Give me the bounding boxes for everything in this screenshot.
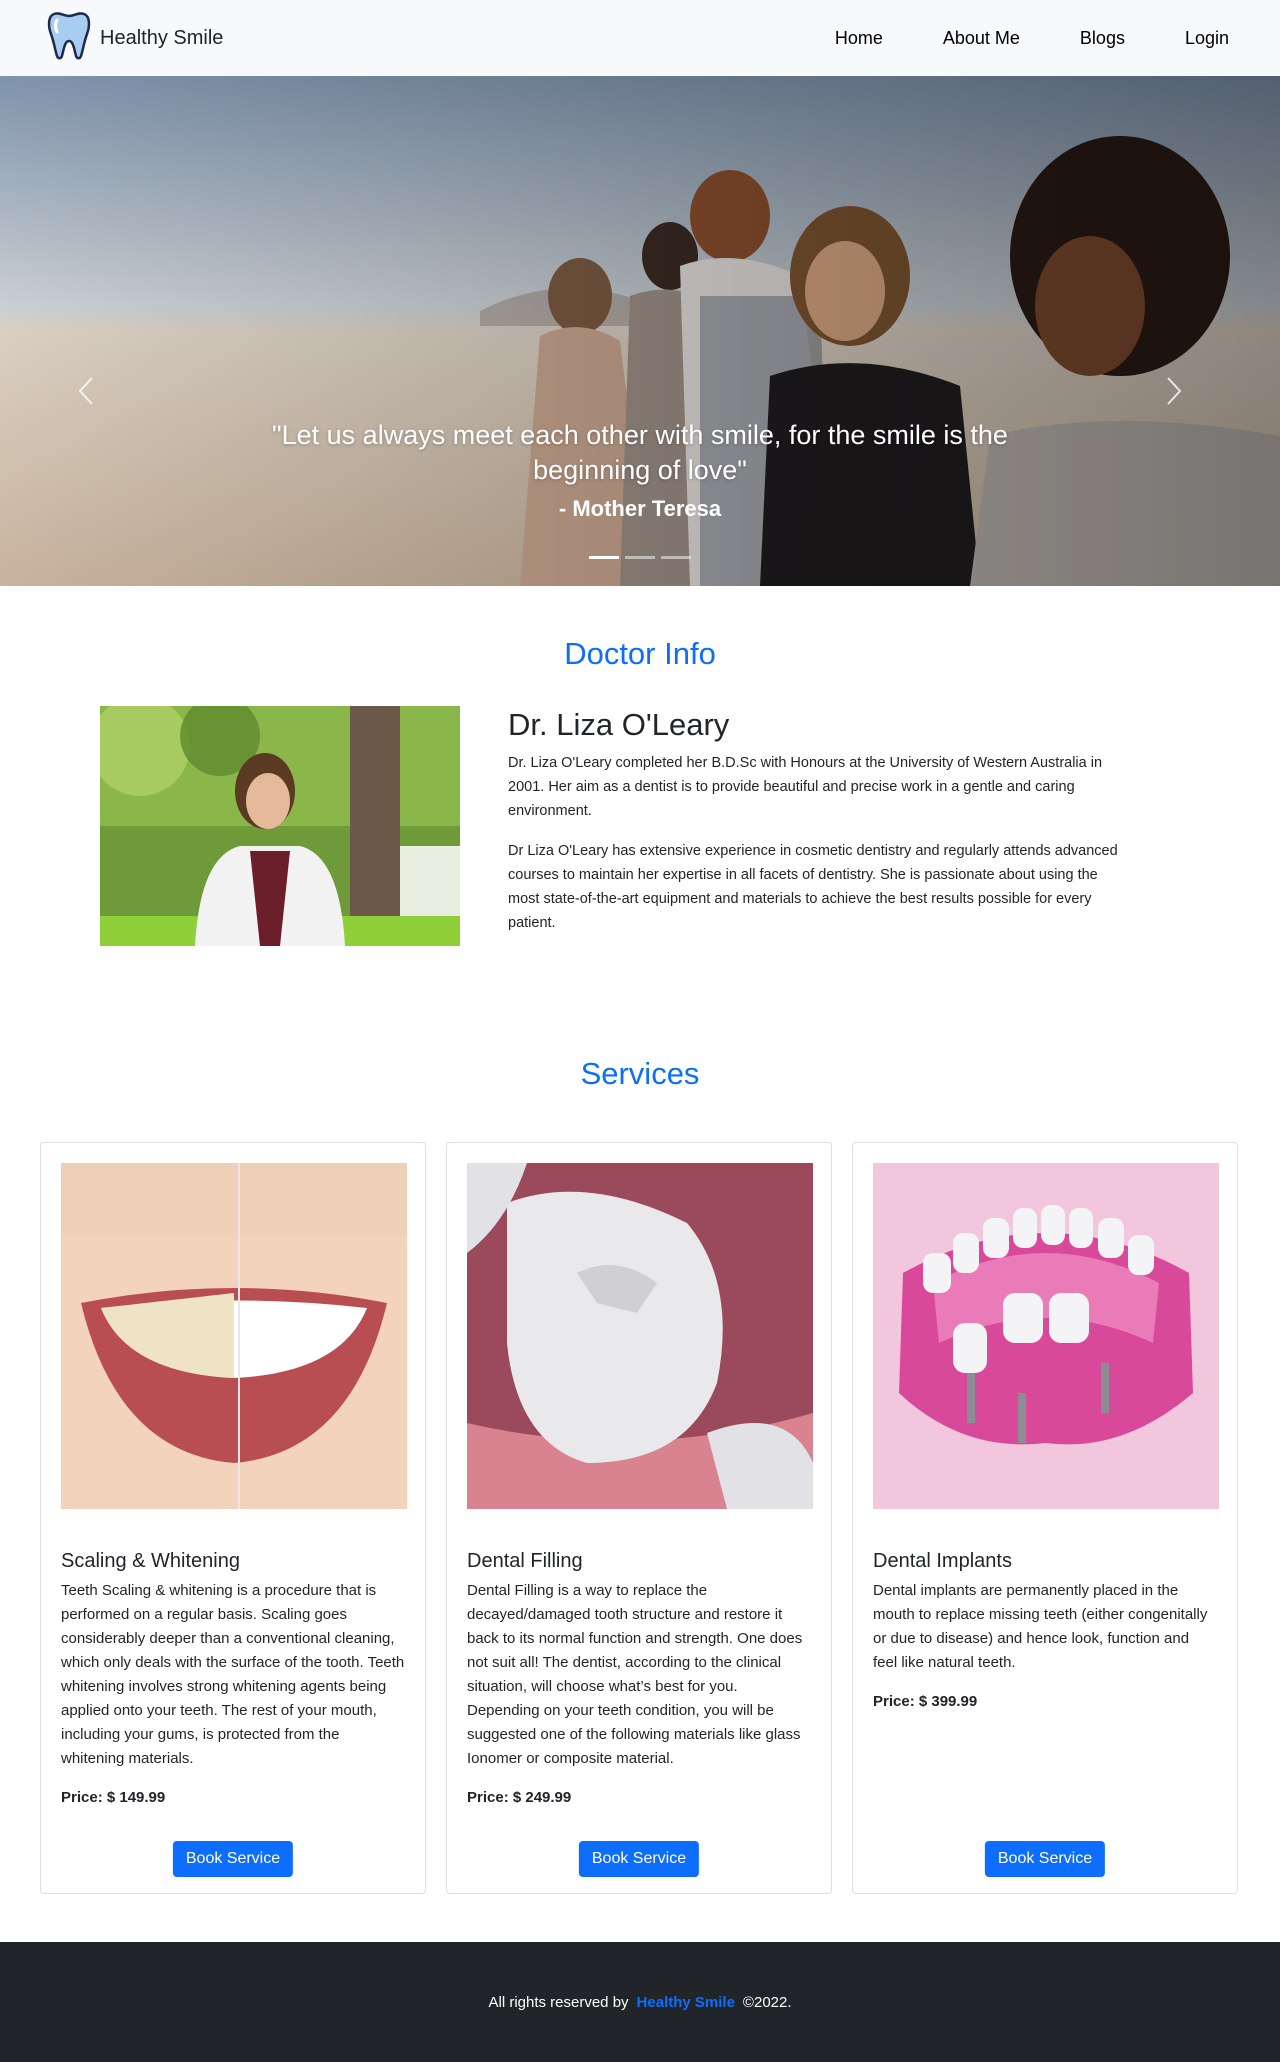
book-service-button[interactable]: Book Service <box>984 1841 1106 1877</box>
doctor-name: Dr. Liza O'Leary <box>508 707 730 742</box>
carousel-next-icon[interactable] <box>1164 376 1204 416</box>
doctor-bio-1: Dr. Liza O'Leary completed her B.D.Sc wi… <box>508 755 1103 819</box>
carousel-indicator[interactable] <box>625 556 655 559</box>
nav-blogs[interactable]: Blogs <box>1050 28 1155 49</box>
footer: All rights reserved by Healthy Smile ©20… <box>0 1942 1280 2062</box>
nav-about-me[interactable]: About Me <box>913 28 1050 49</box>
tooth-icon <box>46 10 92 67</box>
footer-copyright: ©2022. <box>742 1993 792 2011</box>
services-section: Services Scaling & Whitening Teeth Scali… <box>0 946 1280 1894</box>
service-description: Dental Filling is a way to replace the d… <box>467 1582 803 1767</box>
service-card: Dental Implants Dental implants are perm… <box>852 1142 1238 1894</box>
service-title: Dental Implants <box>873 1550 1012 1572</box>
footer-prefix: All rights reserved by <box>488 1993 629 2011</box>
hero-caption: "Let us always meet each other with smil… <box>0 418 1280 522</box>
doctor-section-title: Doctor Info <box>564 636 716 671</box>
navbar: Healthy Smile Home About Me Blogs Login <box>0 0 1280 76</box>
hero-carousel: "Let us always meet each other with smil… <box>0 76 1280 586</box>
service-title: Dental Filling <box>467 1550 583 1572</box>
carousel-indicator[interactable] <box>589 556 619 559</box>
service-image-filling <box>467 1163 813 1509</box>
service-cards: Scaling & Whitening Teeth Scaling & whit… <box>0 1142 1280 1894</box>
footer-brand[interactable]: Healthy Smile <box>637 1994 735 2011</box>
service-title: Scaling & Whitening <box>61 1550 240 1572</box>
service-price: Price: $ 249.99 <box>467 1789 572 1806</box>
services-section-title: Services <box>580 1056 700 1091</box>
carousel-prev-icon[interactable] <box>76 376 116 416</box>
doctor-photo <box>100 706 460 946</box>
nav-login[interactable]: Login <box>1155 28 1240 49</box>
hero-quote: "Let us always meet each other with smil… <box>272 420 1008 485</box>
service-card: Scaling & Whitening Teeth Scaling & whit… <box>40 1142 426 1894</box>
brand-name: Healthy Smile <box>100 26 224 49</box>
service-description: Teeth Scaling & whitening is a procedure… <box>61 1582 405 1767</box>
book-service-button[interactable]: Book Service <box>578 1841 700 1877</box>
doctor-bio-2: Dr Liza O'Leary has extensive experience… <box>508 843 1118 931</box>
service-card: Dental Filling Dental Filling is a way t… <box>446 1142 832 1894</box>
brand[interactable]: Healthy Smile <box>46 10 223 67</box>
doctor-row: Dr. Liza O'Leary Dr. Liza O'Leary comple… <box>0 706 1280 946</box>
service-image-implants <box>873 1163 1219 1509</box>
carousel-indicators <box>0 556 1280 559</box>
doctor-info: Dr. Liza O'Leary Dr. Liza O'Leary comple… <box>508 706 1128 946</box>
service-price: Price: $ 149.99 <box>61 1789 166 1806</box>
hero-author: - Mother Teresa <box>558 496 722 521</box>
service-description: Dental implants are permanently placed i… <box>873 1582 1208 1671</box>
carousel-indicator[interactable] <box>661 556 691 559</box>
doctor-section: Doctor Info Dr. Liza O'Leary Dr. Liza O'… <box>0 586 1280 946</box>
service-price: Price: $ 399.99 <box>873 1693 978 1710</box>
nav-links: Home About Me Blogs Login <box>805 28 1240 49</box>
book-service-button[interactable]: Book Service <box>172 1841 294 1877</box>
service-image-whitening <box>61 1163 407 1509</box>
nav-home[interactable]: Home <box>805 28 913 49</box>
